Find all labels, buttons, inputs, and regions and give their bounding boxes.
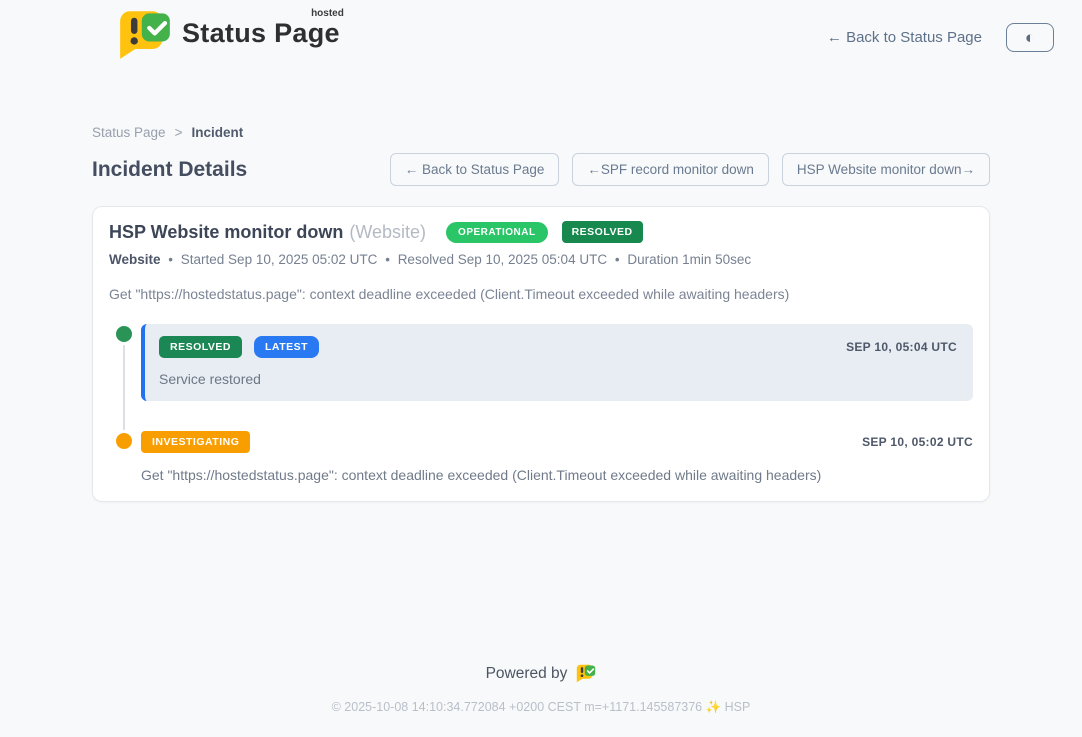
half-circle-icon: ◐ (1025, 29, 1035, 46)
main-content: Status Page > Incident Incident Details … (92, 65, 990, 502)
powered-by-label: Powered by (486, 665, 568, 683)
timeline-dot-investigating (116, 433, 132, 449)
page-title: Incident Details (92, 158, 247, 182)
prev-incident-button[interactable]: ←SPF record monitor down (572, 153, 769, 186)
update-timestamp: SEP 10, 05:02 UTC (862, 435, 973, 449)
breadcrumb-link-status-page[interactable]: Status Page (92, 125, 166, 140)
meta-separator: • (385, 252, 390, 267)
status-page-logo-icon (118, 10, 172, 65)
breadcrumb-separator: > (175, 125, 183, 140)
badge-latest: LATEST (254, 336, 319, 358)
timeline-entry: INVESTIGATING SEP 10, 05:02 UTC Get "htt… (116, 431, 973, 483)
back-to-status-page-button[interactable]: ← Back to Status Page (390, 153, 560, 186)
theme-toggle-button[interactable]: ◐ (1006, 23, 1054, 52)
logo-text: Status Page (182, 18, 340, 48)
meta-separator: • (168, 252, 173, 267)
incident-description: Get "https://hostedstatus.page": context… (109, 286, 973, 302)
incident-timeline: RESOLVED LATEST SEP 10, 05:04 UTC Servic… (116, 324, 973, 483)
back-to-status-page-link[interactable]: ← Back to Status Page (827, 29, 982, 46)
breadcrumb: Status Page > Incident (92, 125, 990, 140)
badge-resolved: RESOLVED (159, 336, 242, 358)
status-page-logo-icon-small (576, 664, 596, 683)
incident-nav-buttons: ← Back to Status Page ←SPF record monito… (390, 153, 990, 186)
meta-resolved: Resolved Sep 10, 2025 05:04 UTC (398, 252, 607, 267)
logo-superscript: hosted (311, 8, 344, 19)
copyright-text: © 2025-10-08 14:10:34.772084 +0200 CEST … (0, 700, 1082, 715)
next-incident-button[interactable]: HSP Website monitor down→ (782, 153, 990, 186)
powered-by-link[interactable]: Powered by (486, 664, 597, 683)
update-message: Service restored (159, 371, 957, 387)
meta-component: Website (109, 252, 161, 267)
status-badge-resolved: RESOLVED (562, 221, 643, 243)
update-message: Get "https://hostedstatus.page": context… (141, 467, 973, 483)
footer: Powered by © 2025-10-08 14:10:34.772084 … (0, 664, 1082, 737)
breadcrumb-current-incident: Incident (191, 125, 243, 140)
timeline-entry: RESOLVED LATEST SEP 10, 05:04 UTC Servic… (116, 324, 973, 401)
timeline-dot-resolved (116, 326, 132, 342)
logo[interactable]: Status Page hosted (28, 10, 340, 65)
incident-meta: Website • Started Sep 10, 2025 05:02 UTC… (109, 252, 973, 267)
header: Status Page hosted ← Back to Status Page… (0, 0, 1082, 65)
status-badge-operational: OPERATIONAL (446, 222, 548, 243)
incident-title: HSP Website monitor down (109, 222, 343, 243)
update-timestamp: SEP 10, 05:04 UTC (846, 340, 957, 354)
meta-duration: Duration 1min 50sec (627, 252, 751, 267)
meta-started: Started Sep 10, 2025 05:02 UTC (181, 252, 378, 267)
meta-separator: • (615, 252, 620, 267)
incident-card: HSP Website monitor down (Website) OPERA… (92, 206, 990, 502)
incident-component: (Website) (349, 222, 426, 243)
timeline-update-card: RESOLVED LATEST SEP 10, 05:04 UTC Servic… (141, 324, 973, 401)
badge-investigating: INVESTIGATING (141, 431, 250, 453)
